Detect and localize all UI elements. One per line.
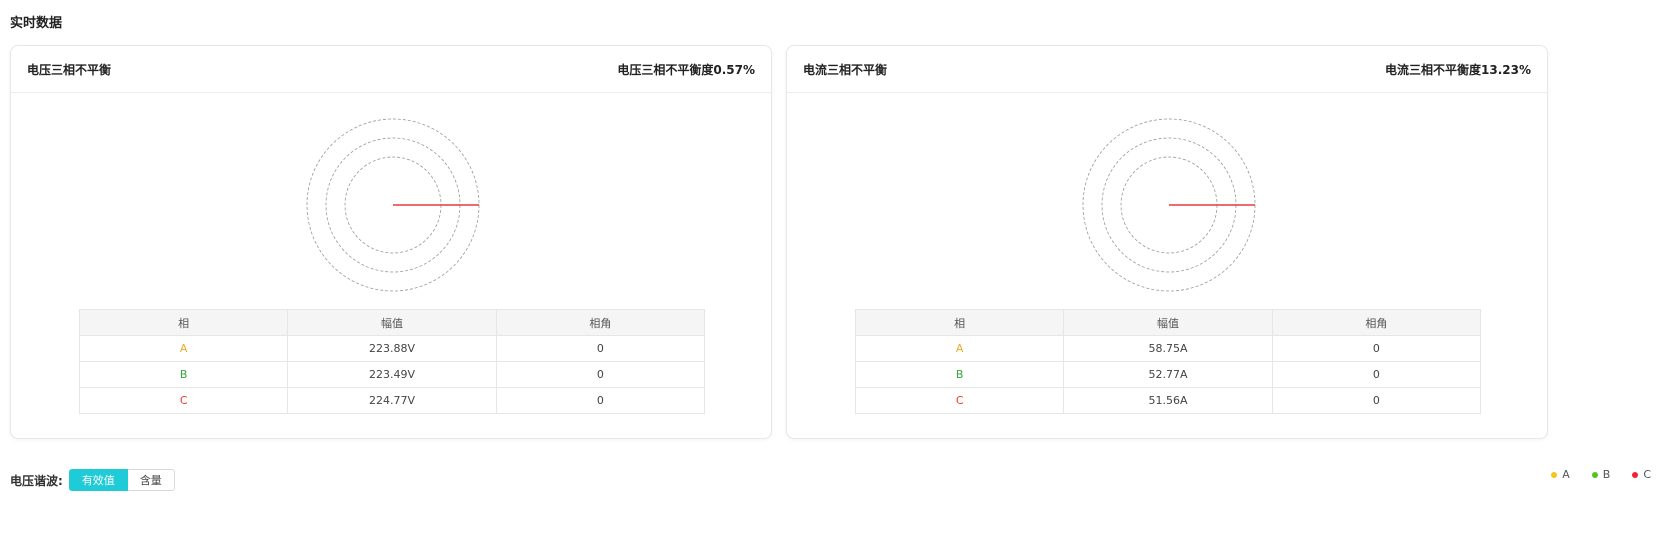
table-row: B 52.77A 0 [854,361,1482,388]
phase-cell: C [78,387,289,414]
phase-cell: B [78,361,289,388]
current-imbalance-card: 电流三相不平衡 电流三相不平衡度13.23% 相 幅值 相角 A 58.75A [786,45,1548,439]
amplitude-cell: 223.88V [287,335,497,362]
angle-cell: 0 [495,335,706,362]
amplitude-cell: 58.75A [1063,335,1273,362]
amplitude-cell: 51.56A [1063,387,1273,414]
col-angle: 相角 [495,309,706,336]
content-button[interactable]: 含量 [127,469,175,491]
harmonic-label: 电压谐波: [10,473,63,488]
angle-cell: 0 [1271,335,1482,362]
current-card-body: 相 幅值 相角 A 58.75A 0 B 52.77A 0 C 51.56A 0 [787,93,1547,439]
current-phasor-diagram [1082,118,1256,292]
table-row: B 223.49V 0 [78,361,706,388]
voltage-card-header: 电压三相不平衡 电压三相不平衡度0.57% [11,46,771,93]
legend-dot-icon [1632,471,1639,478]
phase-cell: A [854,335,1065,362]
voltage-imbalance-value: 电压三相不平衡度0.57% [617,62,755,77]
col-phase: 相 [78,309,289,336]
current-card-title: 电流三相不平衡 [803,62,888,77]
current-phase-table: 相 幅值 相角 A 58.75A 0 B 52.77A 0 C 51.56A 0 [854,309,1482,414]
current-imbalance-value: 电流三相不平衡度13.23% [1385,62,1531,77]
angle-cell: 0 [1271,387,1482,414]
legend-label: B [1602,468,1611,481]
phase-cell: A [78,335,289,362]
table-row: A 223.88V 0 [78,335,706,362]
phase-cell: C [854,387,1065,414]
legend-dot-icon [1551,471,1558,478]
voltage-card-body: 相 幅值 相角 A 223.88V 0 B 223.49V 0 C 224.77… [11,93,771,439]
amplitude-cell: 224.77V [287,387,497,414]
voltage-phasor-diagram [306,118,480,292]
legend-item-b[interactable]: B [1591,468,1611,481]
col-amplitude: 幅值 [1063,309,1273,336]
amplitude-cell: 223.49V [287,361,497,388]
amplitude-cell: 52.77A [1063,361,1273,388]
legend-label: C [1643,468,1651,481]
legend-dot-icon [1591,471,1598,478]
col-angle: 相角 [1271,309,1482,336]
table-row: A 58.75A 0 [854,335,1482,362]
legend-item-c[interactable]: C [1632,468,1651,481]
angle-cell: 0 [495,361,706,388]
voltage-card-title: 电压三相不平衡 [27,62,112,77]
harmonic-toggle-bar: 电压谐波: 有效值 含量 [10,469,175,491]
current-card-header: 电流三相不平衡 电流三相不平衡度13.23% [787,46,1547,93]
col-amplitude: 幅值 [287,309,497,336]
angle-cell: 0 [1271,361,1482,388]
legend-item-a[interactable]: A [1551,468,1570,481]
table-row: C 224.77V 0 [78,387,706,414]
phase-cell: B [854,361,1065,388]
col-phase: 相 [854,309,1065,336]
page-title: 实时数据 [10,16,63,31]
voltage-imbalance-card: 电压三相不平衡 电压三相不平衡度0.57% 相 幅值 相角 A 223.88V [10,45,772,439]
table-row: C 51.56A 0 [854,387,1482,414]
rms-value-button[interactable]: 有效值 [68,469,128,491]
legend-label: A [1562,468,1570,481]
voltage-phase-table: 相 幅值 相角 A 223.88V 0 B 223.49V 0 C 224.77… [78,309,706,414]
angle-cell: 0 [495,387,706,414]
phase-legend: A B C [1551,468,1651,481]
